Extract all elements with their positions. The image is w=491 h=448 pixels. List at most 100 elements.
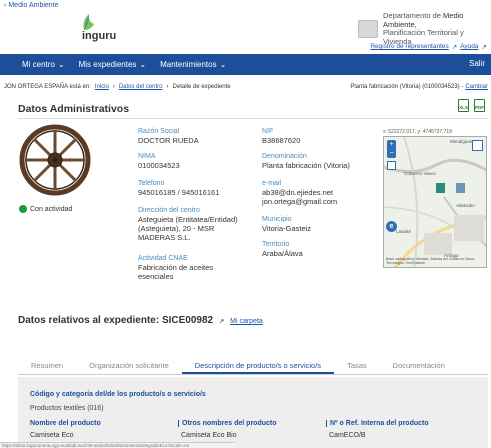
tab-documentacion[interactable]: Documentación <box>380 361 458 374</box>
export-excel-icon[interactable]: XLS <box>458 99 469 112</box>
field-value-line: (Asteguieta), 20 - MSR <box>138 224 215 234</box>
table-cell: Camiseta Eco Bio <box>181 432 237 439</box>
department-logo: Departamento de Medio Ambiente, Planific… <box>358 11 488 47</box>
breadcrumb-current: Detalle de expediente <box>172 84 231 90</box>
tab-resumen[interactable]: Resumen <box>18 361 76 374</box>
field-value: 945016185 / 945016161 <box>138 188 220 198</box>
page-title: Datos Administrativos <box>18 103 130 115</box>
field-nif: NIF B38687620 <box>262 128 300 145</box>
zoom-out-icon[interactable]: − <box>389 150 393 157</box>
chevron-down-icon: ⌄ <box>219 60 227 69</box>
map-place-label: Gobierno Vasco <box>404 171 436 176</box>
field-label: Municipio <box>262 216 292 223</box>
tab-descripcion[interactable]: Descripción de producto/s o servicio/s <box>181 361 335 374</box>
field-value-line: Asteguieta (Entitatea/Entidad) <box>138 215 238 225</box>
current-centre-text: Planta fabricación (Vitoria) (0100034523… <box>350 84 464 90</box>
map-info-icon[interactable]: e <box>386 221 397 232</box>
field-label: Dirección del centro <box>138 207 200 214</box>
field-label: NIMA <box>138 153 156 160</box>
field-direccion: Dirección del centro Asteguieta (Entitat… <box>138 207 262 242</box>
nav-mantenimientos[interactable]: Mantenimientos ⌄ <box>160 60 226 69</box>
activity-status: Con actividad <box>19 205 72 213</box>
field-municipio: Municipio Vitoria-Gasteiz <box>262 216 311 233</box>
map-home-icon[interactable] <box>387 161 396 170</box>
exit-button[interactable]: Salir <box>469 59 485 68</box>
tab-tasas[interactable]: Tasas <box>334 361 380 374</box>
chevron-left-icon: ‹ <box>4 2 7 9</box>
field-value: B38687620 <box>262 136 301 146</box>
field-label: NIF <box>262 128 274 135</box>
products-table-header: Nombre del producto Otros nombres del pr… <box>30 420 482 427</box>
breadcrumb-separator: › <box>166 84 169 90</box>
nav-label: Mi centro <box>22 60 55 69</box>
leaf-logo-icon <box>83 14 94 30</box>
map-place-label: Abetxuko <box>456 203 475 208</box>
field-territorio: Territorio Araba/Álava <box>262 241 303 258</box>
nav-mis-expedientes[interactable]: Mis expedientes ⌄ <box>79 60 147 69</box>
zoom-in-icon[interactable]: + <box>389 141 393 148</box>
breadcrumb: JON ORTEGA ESPAÑA está en: Inicio › Dato… <box>4 84 488 90</box>
table-row: Camiseta Eco Camiseta Eco Bio CamECO/B <box>30 432 482 439</box>
field-denominacion: Denominación Planta fabricación (Vitoria… <box>262 153 350 170</box>
nav-label: Mantenimientos <box>160 60 217 69</box>
back-link-label: Medio Ambiente <box>8 2 59 9</box>
logo-text: inguru <box>82 30 117 42</box>
map-layers-icon[interactable] <box>472 140 483 151</box>
chevron-down-icon: ⌄ <box>139 60 147 69</box>
divider <box>18 118 488 119</box>
field-nima: NIMA 0100034523 <box>138 153 180 170</box>
back-link[interactable]: ‹ Medio Ambiente <box>4 2 59 9</box>
products-heading: Código y categoría del/de los producto/s… <box>30 391 206 398</box>
field-telefono: Teléfono 945016185 / 945016161 <box>138 180 219 197</box>
breadcrumb-datos-centro[interactable]: Datos del centro <box>119 84 163 90</box>
cambiar-centre-link[interactable]: Cambiar <box>465 84 488 90</box>
field-cnae: Actividad CNAE Fabricación de aceites es… <box>138 255 213 281</box>
external-link-icon: ↗ <box>451 44 458 51</box>
external-link-icon: ↗ <box>219 319 225 325</box>
registro-representantes-link[interactable]: Registro de representantes <box>370 43 448 51</box>
expediente-title: Datos relativos al expediente: SICE00982 <box>18 315 214 326</box>
map-place-label: Lasarte <box>396 229 412 234</box>
field-label: e-mail <box>262 180 282 187</box>
export-pdf-icon[interactable]: PDF <box>474 99 485 112</box>
column-header: Nombre del producto <box>30 420 101 427</box>
field-value: DOCTOR RUEDA <box>138 136 199 146</box>
table-cell: Camiseta Eco <box>30 432 74 439</box>
nav-mi-centro[interactable]: Mi centro ⌄ <box>22 60 65 69</box>
expediente-tabs: Resumen Organización solicitante Descrip… <box>18 361 488 375</box>
field-value: Araba/Álava <box>262 249 303 259</box>
field-value-line: jon.ortega@gmail.com <box>262 197 338 207</box>
column-header: Otros nombres del producto <box>178 420 326 427</box>
field-label: Razón Social <box>138 128 180 135</box>
inguru-logo: inguru <box>82 12 130 44</box>
nav-label: Mis expedientes <box>78 60 137 69</box>
field-label: Teléfono <box>138 180 165 187</box>
column-header: Nº o Ref. Interna del producto <box>326 420 482 427</box>
table-cell: CamECO/B <box>329 432 366 439</box>
location-map[interactable]: Mendiguren Gobierno Vasco Abetxuko Lasar… <box>383 136 487 268</box>
tab-organizacion[interactable]: Organización solicitante <box>76 361 182 374</box>
field-value: Planta fabricación (Vitoria) <box>262 161 350 171</box>
map-place-label: Mendiguren <box>450 139 474 144</box>
field-label: Territorio <box>262 241 290 248</box>
status-dot-icon <box>19 205 27 213</box>
main-navbar: Mi centro ⌄ Mis expedientes ⌄ Mantenimie… <box>0 54 491 75</box>
breadcrumb-inicio[interactable]: Inicio <box>95 84 109 90</box>
map-coordinates: x: 522272.017, y: 4745737.719 <box>383 129 452 135</box>
government-seal-icon <box>358 20 378 39</box>
map-attribution: Base cartográfica: Idealatx, Bizkaia del… <box>386 257 476 266</box>
mi-carpeta-link[interactable]: Mi carpeta <box>230 318 263 325</box>
field-value: Vitoria-Gasteiz <box>262 224 312 234</box>
map-zoom-controls[interactable]: + − <box>387 140 396 158</box>
field-label: Actividad CNAE <box>138 255 188 262</box>
field-value-line: Fabricación de aceites <box>138 263 214 273</box>
expediente-section-title: Datos relativos al expediente: SICE00982… <box>18 315 263 326</box>
field-value: 0100034523 <box>138 161 180 171</box>
ayuda-link[interactable]: Ayuda <box>460 43 478 51</box>
chevron-down-icon: ⌄ <box>57 60 65 69</box>
field-email: e-mail ab38@dn.ejiedes.net jon.ortega@gm… <box>262 180 337 206</box>
status-label: Con actividad <box>30 205 73 213</box>
external-link-icon: ↗ <box>481 44 487 51</box>
field-label: Denominación <box>262 153 307 160</box>
field-razon-social: Razón Social DOCTOR RUEDA <box>138 128 199 145</box>
